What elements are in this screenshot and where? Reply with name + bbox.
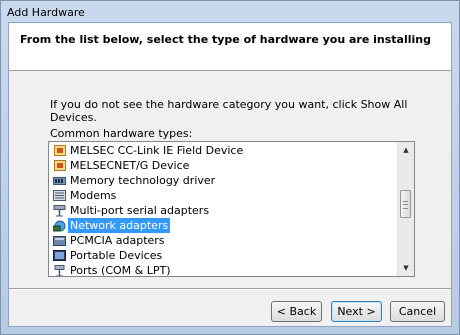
list-item-label: Ports (COM & LPT) — [70, 264, 171, 277]
list-label: Common hardware types: — [50, 127, 193, 140]
list-item[interactable]: MELSECNET/G Device — [51, 158, 396, 173]
list-item-label: MELSECNET/G Device — [70, 159, 190, 172]
list-item[interactable]: Modems — [51, 188, 396, 203]
memory-icon — [53, 175, 66, 186]
ports-icon — [53, 264, 66, 276]
list-item-label: Network adapters — [68, 218, 171, 233]
list-scrollbar[interactable]: ▲ ▼ — [397, 142, 414, 276]
scroll-down-button[interactable]: ▼ — [398, 260, 414, 276]
list-item-label: PCMCIA adapters — [70, 234, 165, 247]
serial-adapter-icon — [53, 204, 66, 216]
wizard-client-area: From the list below, select the type of … — [8, 22, 452, 327]
list-item[interactable]: PCMCIA adapters — [51, 233, 396, 248]
button-separator — [9, 288, 451, 290]
network-adapter-icon — [53, 220, 66, 231]
list-item[interactable]: Ports (COM & LPT) — [51, 263, 396, 277]
wizard-header: From the list below, select the type of … — [9, 23, 451, 71]
list-item[interactable]: Multi-port serial adapters — [51, 203, 396, 218]
instruction-text: If you do not see the hardware category … — [50, 98, 408, 124]
cancel-button[interactable]: Cancel — [390, 301, 445, 322]
header-title: From the list below, select the type of … — [20, 33, 431, 46]
list-item-label: MELSEC CC-Link IE Field Device — [70, 144, 244, 157]
list-items: MELSEC CC-Link IE Field Device MELSECNET/… — [51, 143, 396, 277]
list-item-label: Multi-port serial adapters — [70, 204, 210, 217]
list-item-label: Memory technology driver — [70, 174, 216, 187]
portable-device-icon — [53, 250, 66, 261]
window-title: Add Hardware — [7, 6, 85, 19]
list-item-label: Modems — [70, 189, 117, 202]
hardware-types-list[interactable]: MELSEC CC-Link IE Field Device MELSECNET/… — [48, 141, 415, 277]
next-button[interactable]: Next > — [331, 301, 382, 322]
back-button[interactable]: < Back — [271, 301, 322, 322]
scroll-up-button[interactable]: ▲ — [398, 142, 414, 158]
melsec-icon — [53, 145, 66, 156]
pcmcia-icon — [53, 235, 66, 246]
melsec-icon — [53, 160, 66, 171]
list-item[interactable]: Portable Devices — [51, 248, 396, 263]
grip-icon — [403, 201, 408, 209]
modem-icon — [53, 190, 66, 201]
scroll-thumb[interactable] — [400, 190, 411, 218]
list-item[interactable]: Network adapters — [51, 218, 396, 233]
list-item[interactable]: MELSEC CC-Link IE Field Device — [51, 143, 396, 158]
list-item-label: Portable Devices — [70, 249, 163, 262]
list-item[interactable]: Memory technology driver — [51, 173, 396, 188]
add-hardware-window: Add Hardware From the list below, select… — [0, 0, 460, 335]
